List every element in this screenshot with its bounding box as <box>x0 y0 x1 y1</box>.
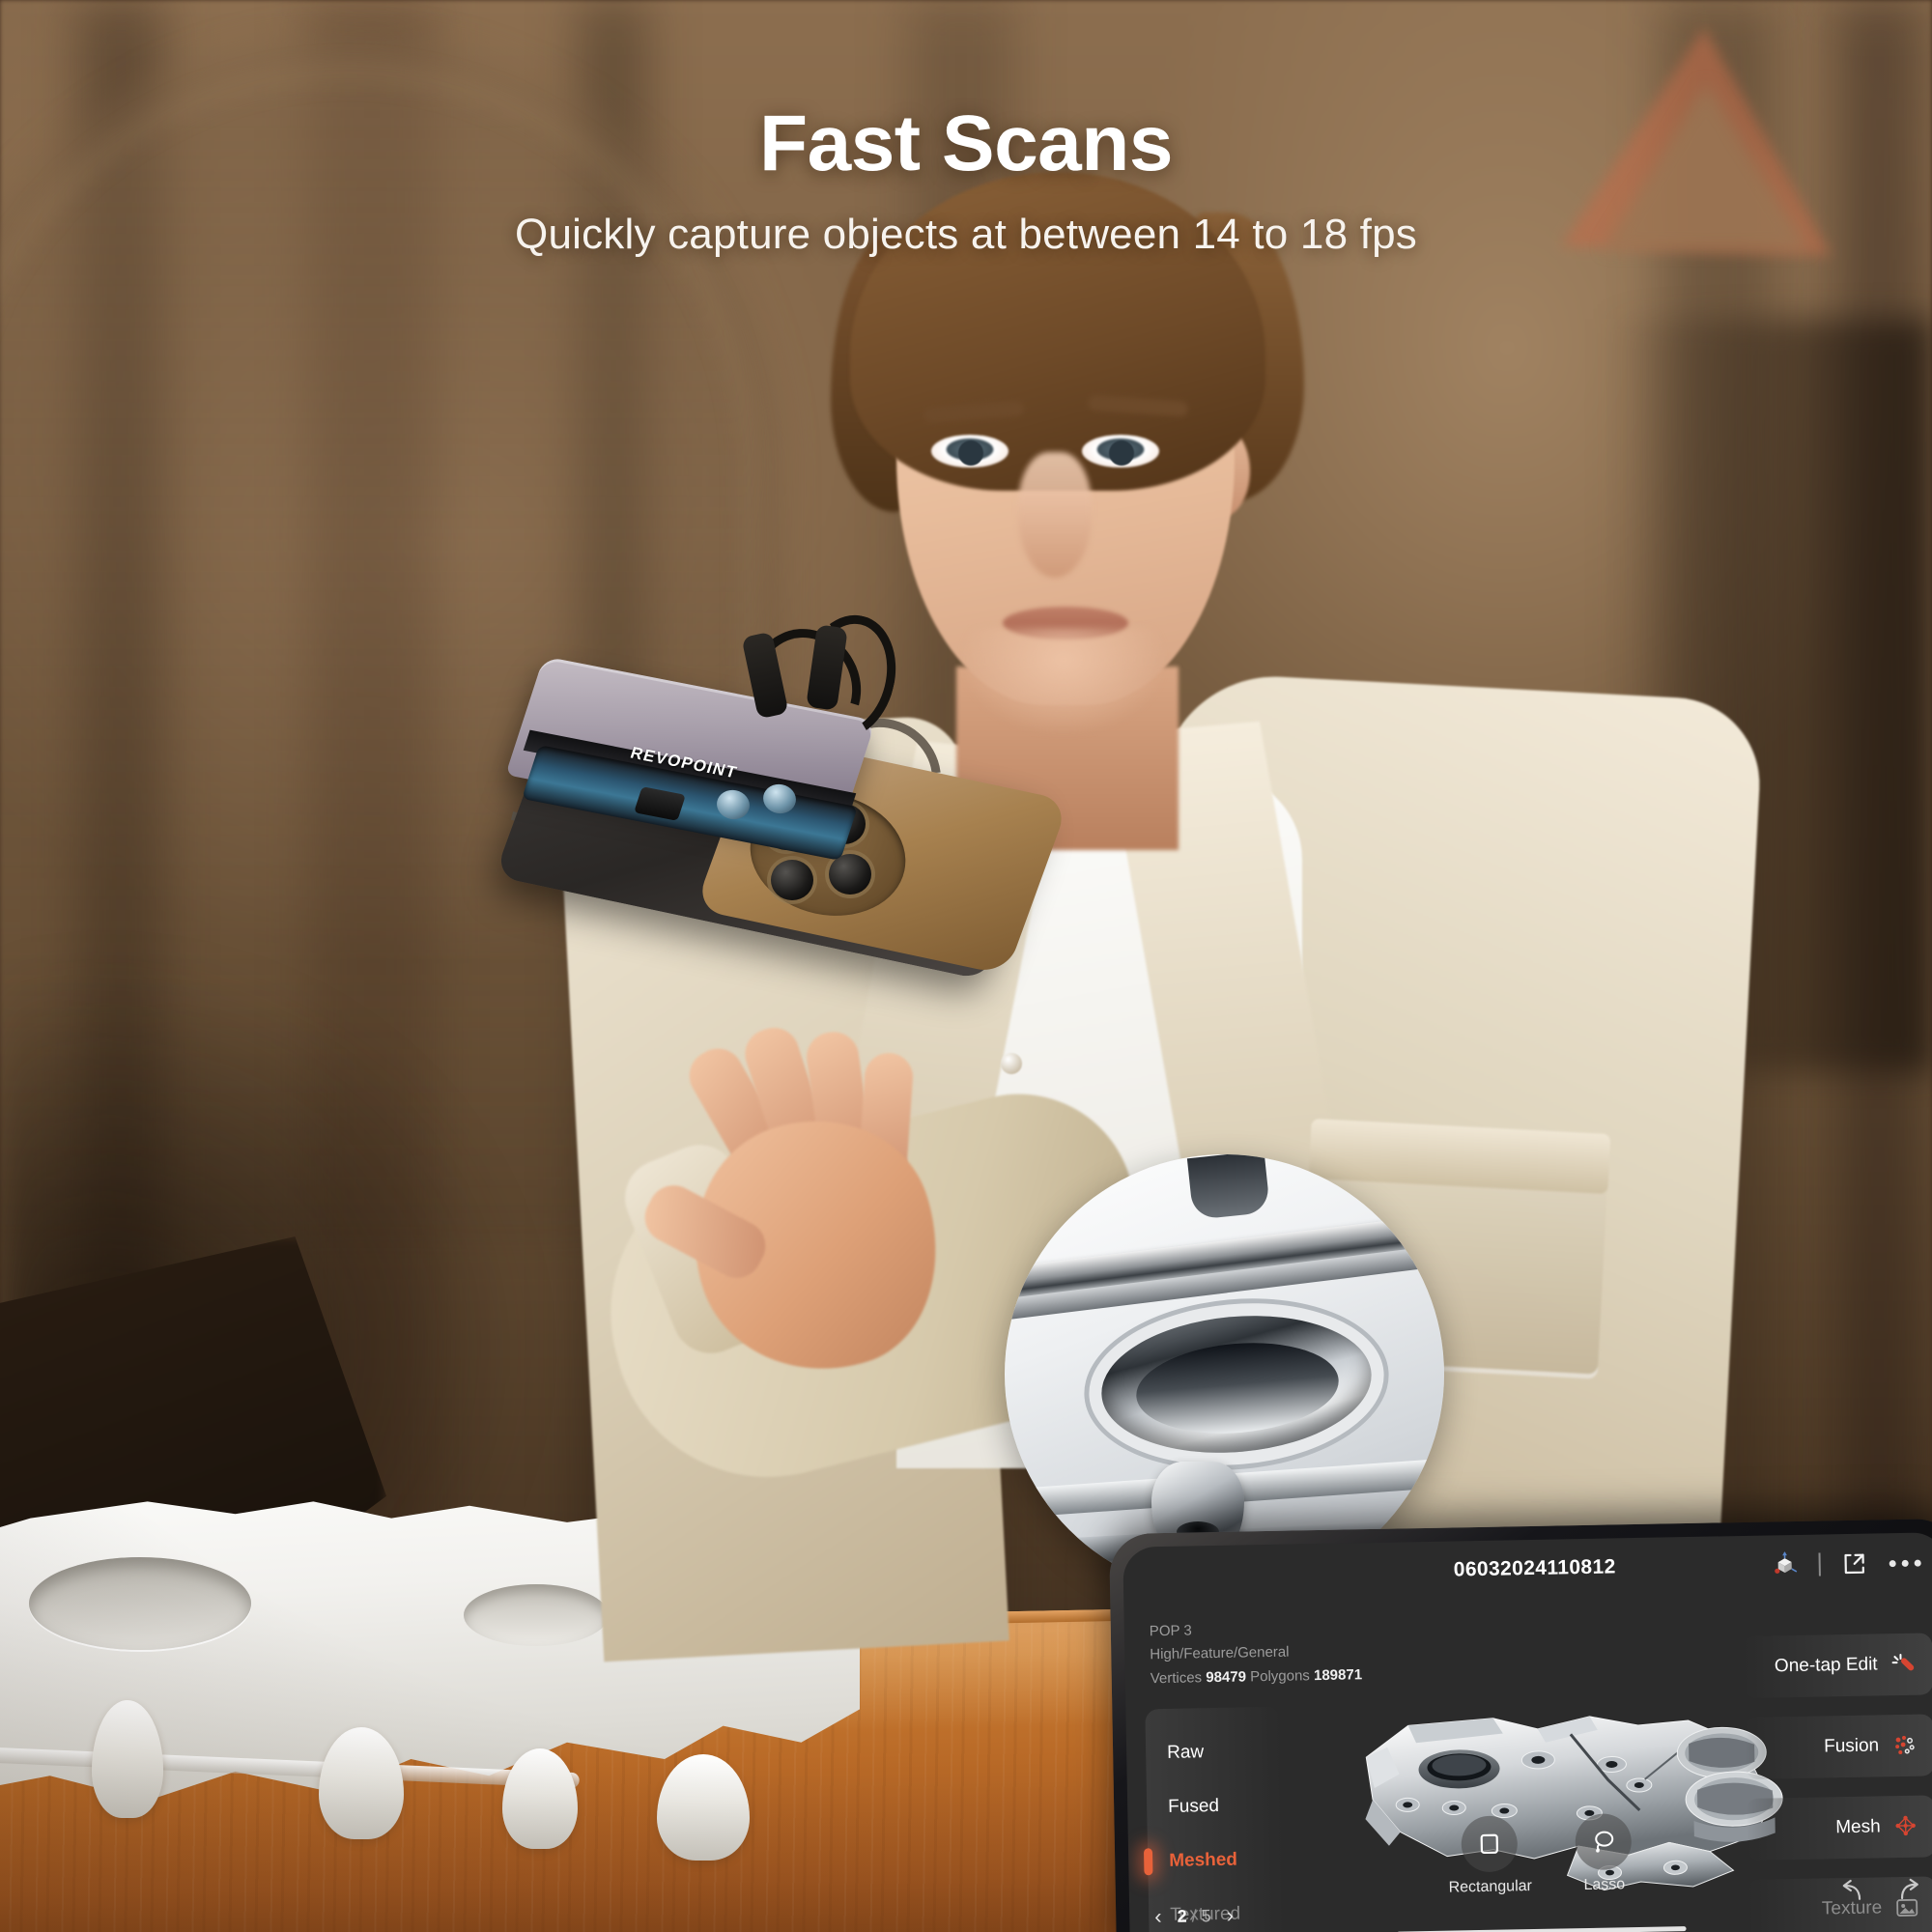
fusion-button[interactable]: Fusion <box>1744 1714 1932 1779</box>
rectangle-select-icon <box>1461 1815 1519 1873</box>
pager-prev-button[interactable]: ‹ <box>1154 1904 1162 1928</box>
undo-redo-group <box>1836 1877 1928 1912</box>
scan-pager: ‹ 2 / 5 › <box>1154 1903 1234 1928</box>
scanner-rig: REVOPOINT <box>462 605 1198 981</box>
phone-camera-lens <box>829 854 871 895</box>
redo-icon[interactable] <box>1894 1877 1928 1911</box>
nose <box>1018 452 1092 578</box>
polygons-value: 189871 <box>1313 1665 1363 1684</box>
action-label: One-tap Edit <box>1774 1654 1878 1677</box>
mode-item-raw[interactable]: Raw <box>1146 1724 1282 1781</box>
lasso-select-icon <box>1575 1813 1633 1871</box>
display-mode-list: Raw Fused Meshed Textured <box>1145 1706 1286 1932</box>
axis-cube-icon[interactable] <box>1768 1548 1802 1582</box>
magic-wand-icon <box>1888 1650 1918 1680</box>
lasso-select-tool[interactable]: Lasso <box>1575 1813 1634 1894</box>
action-label: Mesh <box>1835 1816 1881 1838</box>
mode-item-meshed[interactable]: Meshed <box>1148 1833 1284 1889</box>
more-options-icon[interactable] <box>1888 1547 1921 1580</box>
share-export-icon[interactable] <box>1837 1548 1871 1581</box>
phone-camera-lens <box>771 860 813 900</box>
scanner-app-phone: 06032024110812 POP 3 High/Feature/Genera… <box>1109 1518 1932 1932</box>
top-bar-divider <box>1818 1552 1821 1577</box>
part-bore-hole <box>29 1557 251 1650</box>
point-cloud-icon <box>1889 1731 1919 1761</box>
vertices-label: Vertices <box>1150 1668 1203 1687</box>
pupil-left <box>958 440 983 466</box>
home-indicator <box>1396 1926 1687 1932</box>
mesh-node-icon <box>1890 1812 1920 1842</box>
scan-metadata: POP 3 High/Feature/General Vertices 9847… <box>1150 1616 1363 1690</box>
mode-label: Raw <box>1166 1742 1205 1763</box>
pager-separator: / <box>1191 1905 1197 1925</box>
rectangular-select-tool[interactable]: Rectangular <box>1447 1815 1532 1897</box>
inset-notch <box>1186 1154 1271 1221</box>
mesh-button[interactable]: Mesh <box>1746 1795 1932 1861</box>
one-tap-edit-button[interactable]: One-tap Edit <box>1743 1633 1932 1698</box>
jacket-button <box>1001 1053 1022 1074</box>
selection-tool-group: Rectangular Lasso <box>1447 1813 1633 1896</box>
pager-next-button[interactable]: › <box>1226 1903 1234 1927</box>
vertices-value: 98479 <box>1206 1668 1247 1686</box>
top-bar-icon-group <box>1768 1547 1921 1582</box>
phone-screen: 06032024110812 POP 3 High/Feature/Genera… <box>1122 1532 1932 1932</box>
mode-item-fused[interactable]: Fused <box>1147 1778 1283 1835</box>
part-boss <box>502 1748 578 1849</box>
pager-total: 5 <box>1201 1905 1211 1925</box>
polygons-label: Polygons <box>1249 1666 1311 1685</box>
scan-counts: Vertices 98479 Polygons 189871 <box>1151 1663 1363 1690</box>
more-dots <box>1889 1559 1921 1567</box>
pupil-right <box>1109 440 1134 466</box>
action-label: Fusion <box>1823 1735 1880 1757</box>
tool-label: Rectangular <box>1448 1878 1533 1896</box>
mode-label: Meshed <box>1169 1849 1238 1871</box>
detail-magnifier-inset <box>1005 1154 1444 1594</box>
undo-icon[interactable] <box>1836 1878 1870 1912</box>
tool-label: Lasso <box>1583 1876 1626 1894</box>
page-subtitle: Quickly capture objects at between 14 to… <box>515 211 1417 258</box>
mode-label: Fused <box>1167 1795 1220 1817</box>
part-boss <box>657 1754 750 1861</box>
page-title: Fast Scans <box>759 99 1173 187</box>
pager-current: 2 <box>1177 1906 1187 1926</box>
pager-counter: 2 / 5 <box>1177 1906 1210 1927</box>
